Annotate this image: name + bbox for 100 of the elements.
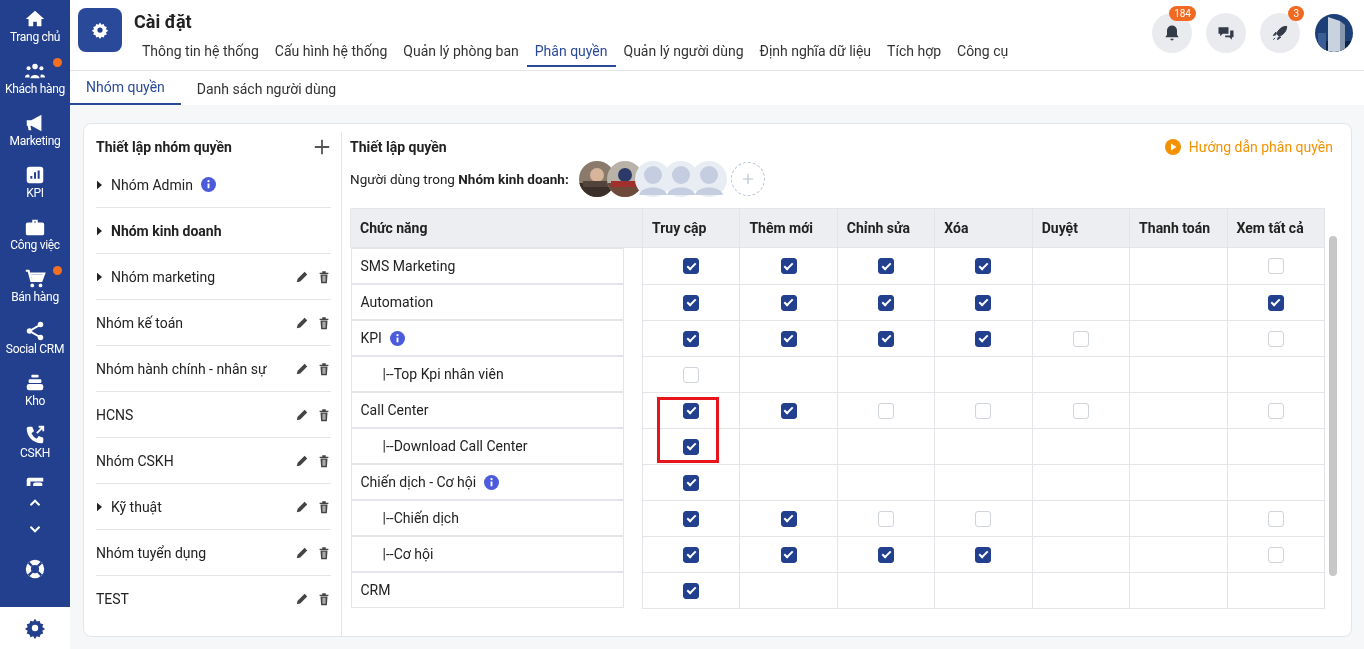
edit-icon[interactable] bbox=[295, 545, 309, 560]
checkbox[interactable] bbox=[878, 546, 895, 563]
cart-icon bbox=[24, 268, 46, 290]
function-name: |--Download Call Center bbox=[381, 438, 528, 454]
checkbox[interactable] bbox=[1267, 294, 1284, 311]
sidebar-item[interactable]: Kho bbox=[0, 364, 70, 416]
chart-icon bbox=[24, 164, 46, 186]
checkbox[interactable] bbox=[975, 546, 992, 563]
nav-tab[interactable]: Phân quyền bbox=[526, 40, 616, 67]
function-name: KPI bbox=[360, 330, 382, 346]
function-name: Automation bbox=[360, 294, 434, 310]
edit-icon[interactable] bbox=[295, 499, 309, 514]
group-item[interactable]: Nhóm tuyển dụng bbox=[96, 544, 207, 561]
info-icon[interactable] bbox=[389, 330, 405, 346]
sidebar-item[interactable]: Trang chủ bbox=[0, 0, 70, 52]
checkbox[interactable] bbox=[780, 546, 797, 563]
settings-icon[interactable] bbox=[24, 617, 46, 639]
scrollbar[interactable] bbox=[1329, 236, 1337, 576]
phone-icon bbox=[24, 424, 46, 446]
nav-tab[interactable]: Định nghĩa dữ liệu bbox=[751, 40, 880, 67]
info-icon[interactable] bbox=[200, 177, 216, 192]
chat-button[interactable] bbox=[1206, 13, 1246, 53]
function-name: SMS Marketing bbox=[360, 258, 456, 274]
column-header: Duyệt bbox=[1032, 208, 1130, 248]
edit-icon[interactable] bbox=[295, 315, 309, 330]
delete-icon[interactable] bbox=[317, 545, 331, 560]
checkbox[interactable] bbox=[683, 582, 700, 599]
edit-icon[interactable] bbox=[295, 269, 309, 284]
function-name: |--Top Kpi nhân viên bbox=[381, 366, 504, 382]
delete-icon[interactable] bbox=[317, 315, 331, 330]
sidebar-item[interactable]: Social CRM bbox=[0, 312, 70, 364]
sidebar-item[interactable]: Bán hàng bbox=[0, 260, 70, 312]
sidebar-item[interactable]: Marketing bbox=[0, 104, 70, 156]
checkbox[interactable] bbox=[780, 510, 797, 527]
group-item[interactable]: HCNS bbox=[96, 406, 134, 423]
checkbox[interactable] bbox=[683, 510, 700, 527]
edit-icon[interactable] bbox=[295, 453, 309, 468]
checkbox[interactable] bbox=[683, 546, 700, 563]
group-item[interactable]: Nhóm hành chính - nhân sự bbox=[96, 360, 267, 377]
checkbox[interactable] bbox=[975, 294, 992, 311]
sidebar-item[interactable]: Khách hàng bbox=[0, 52, 70, 104]
function-name: Chiến dịch - Cơ hội bbox=[360, 474, 477, 490]
checkbox[interactable] bbox=[878, 294, 895, 311]
delete-icon[interactable] bbox=[317, 269, 331, 284]
sidebar-item[interactable]: CSKH bbox=[0, 416, 70, 468]
caret-icon[interactable] bbox=[96, 225, 103, 236]
checkbox[interactable] bbox=[780, 402, 797, 419]
delete-icon[interactable] bbox=[317, 591, 331, 606]
edit-icon[interactable] bbox=[295, 361, 309, 376]
checkbox[interactable] bbox=[683, 294, 700, 311]
info-icon[interactable] bbox=[484, 474, 500, 490]
group-item[interactable]: Nhóm CSKH bbox=[96, 452, 174, 469]
group-item[interactable]: Nhóm kế toán bbox=[96, 314, 184, 331]
panel-title: Thiết lập nhóm quyền bbox=[96, 139, 232, 155]
sidebar-item[interactable]: KPI bbox=[0, 156, 70, 208]
delete-icon[interactable] bbox=[317, 407, 331, 422]
screen-icon[interactable] bbox=[24, 476, 46, 486]
group-item[interactable]: Nhóm kinh doanh bbox=[111, 222, 222, 239]
settings-icon bbox=[91, 21, 109, 39]
delete-icon[interactable] bbox=[317, 499, 331, 514]
delete-icon[interactable] bbox=[317, 361, 331, 376]
nav-tab[interactable]: Tích hợp bbox=[879, 40, 949, 67]
checkbox[interactable] bbox=[878, 330, 895, 347]
checkbox[interactable] bbox=[780, 294, 797, 311]
play-icon bbox=[1164, 139, 1181, 155]
add-icon[interactable] bbox=[313, 138, 331, 156]
sub-tab[interactable]: Danh sách người dùng bbox=[180, 81, 353, 105]
group-item[interactable]: Kỹ thuật bbox=[111, 498, 162, 515]
checkbox[interactable] bbox=[683, 438, 700, 455]
delete-icon[interactable] bbox=[317, 453, 331, 468]
page-title: Cài đặt bbox=[134, 11, 193, 32]
checkbox[interactable] bbox=[780, 258, 797, 275]
checkbox[interactable] bbox=[878, 258, 895, 275]
checkbox[interactable] bbox=[683, 258, 700, 275]
edit-icon[interactable] bbox=[295, 591, 309, 606]
caret-icon[interactable] bbox=[96, 271, 103, 282]
checkbox[interactable] bbox=[683, 474, 700, 491]
checkbox[interactable] bbox=[683, 402, 700, 419]
nav-tab[interactable]: Thông tin hệ thống bbox=[134, 40, 267, 67]
caret-icon[interactable] bbox=[96, 179, 103, 190]
edit-icon[interactable] bbox=[295, 407, 309, 422]
lifebuoy-icon[interactable] bbox=[24, 558, 46, 580]
group-users-label: Người dùng trong Nhóm kinh doanh: bbox=[350, 171, 569, 187]
group-item[interactable]: Nhóm Admin bbox=[111, 176, 193, 193]
nav-tab[interactable]: Cấu hình hệ thống bbox=[266, 40, 396, 67]
sidebar-item[interactable]: Công việc bbox=[0, 208, 70, 260]
checkbox[interactable] bbox=[975, 330, 992, 347]
nav-tab[interactable]: Công cụ bbox=[949, 40, 1017, 67]
nav-tab[interactable]: Quản lý phòng ban bbox=[395, 40, 527, 67]
group-item[interactable]: TEST bbox=[96, 590, 129, 607]
checkbox[interactable] bbox=[683, 330, 700, 347]
sub-tab[interactable]: Nhóm quyền bbox=[70, 79, 181, 105]
nav-tab[interactable]: Quản lý người dùng bbox=[615, 40, 752, 67]
group-item[interactable]: Nhóm marketing bbox=[111, 268, 216, 285]
function-name: CRM bbox=[360, 582, 391, 598]
count-badge: 3 bbox=[1288, 6, 1304, 21]
column-header: Xem tất cả bbox=[1227, 208, 1325, 248]
checkbox[interactable] bbox=[975, 258, 992, 275]
checkbox[interactable] bbox=[780, 330, 797, 347]
caret-icon[interactable] bbox=[96, 501, 103, 512]
